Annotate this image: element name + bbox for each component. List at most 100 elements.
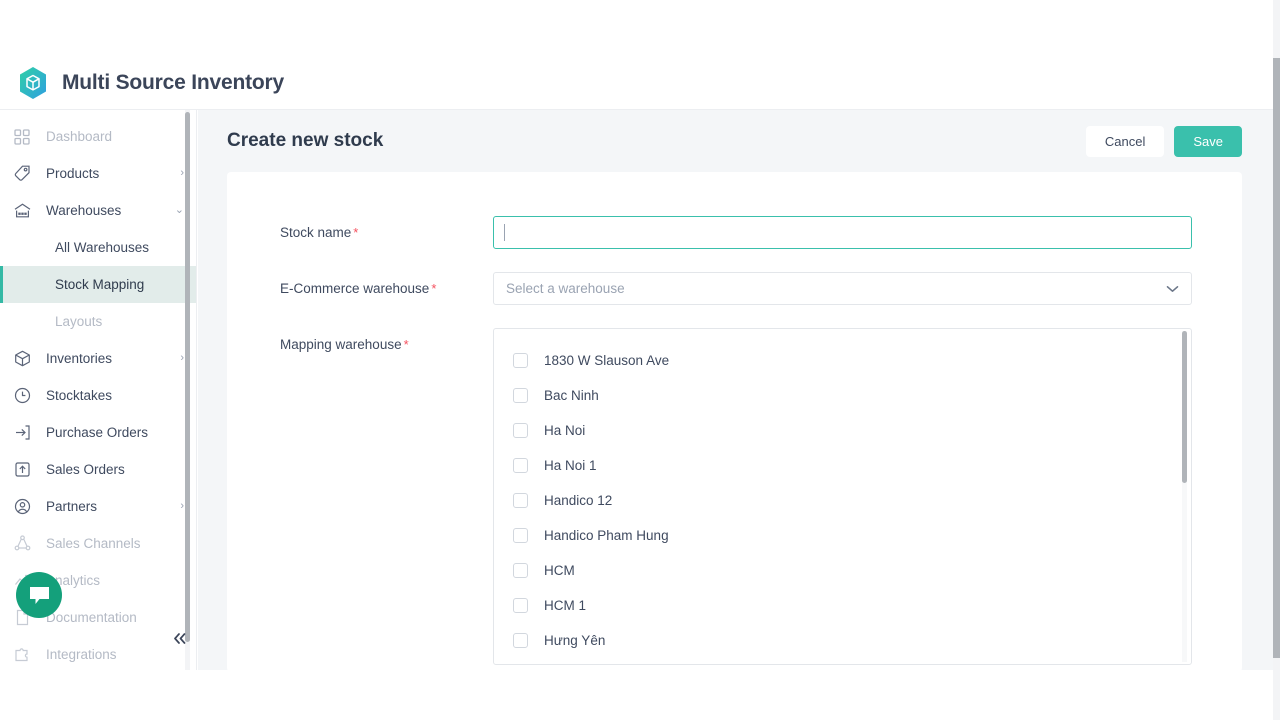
sidebar-item-integrations[interactable]: Integrations: [0, 636, 196, 670]
field-stock-name: Stock name*: [227, 216, 1242, 249]
field-mapping-warehouse: Mapping warehouse* 1830 W Slauson Ave Bac…: [227, 328, 1242, 665]
sidebar-item-stock-mapping[interactable]: Stock Mapping: [0, 266, 196, 303]
page-title: Create new stock: [227, 130, 383, 152]
ecommerce-warehouse-control: Select a warehouse: [493, 272, 1192, 305]
checklist-item-label: Bac Ninh: [544, 388, 599, 403]
sidebar-item-label: Inventories: [46, 351, 112, 366]
stock-name-input-wrap: [493, 216, 1192, 249]
save-button[interactable]: Save: [1174, 126, 1242, 157]
checkbox[interactable]: [513, 528, 528, 543]
checklist-item[interactable]: Bac Ninh: [494, 378, 1191, 413]
chevron-right-icon: ›: [180, 501, 184, 512]
brand-title: Multi Source Inventory: [62, 71, 284, 95]
mapping-warehouse-control: 1830 W Slauson Ave Bac Ninh Ha Noi Ha Noi 1…: [493, 328, 1192, 665]
sidebar-item-label: Partners: [46, 499, 97, 514]
sidebar-item-purchase-orders[interactable]: Purchase Orders: [0, 414, 196, 451]
field-ecommerce-warehouse: E-Commerce warehouse* Select a warehouse: [227, 272, 1242, 305]
sidebar-item-label: Sales Channels: [46, 536, 141, 551]
arrow-into-box-icon: [14, 424, 36, 442]
checklist-item[interactable]: Ha Noi: [494, 413, 1191, 448]
chevron-down-icon: ⌄: [175, 205, 184, 216]
sidebar-item-label: Integrations: [46, 647, 117, 662]
checklist-item[interactable]: Handico Pham Hung: [494, 518, 1191, 553]
sidebar-item-sales-orders[interactable]: Sales Orders: [0, 451, 196, 488]
app-root: Multi Source Inventory Dashboard: [0, 0, 1280, 720]
required-marker: *: [404, 337, 409, 352]
required-marker: *: [431, 281, 436, 296]
share-nodes-icon: [14, 535, 36, 553]
form-card: Stock name* E-Commerce warehouse* Select…: [227, 172, 1242, 672]
sidebar-collapse-button[interactable]: [168, 627, 190, 649]
checklist-item-label: Ha Noi: [544, 423, 585, 438]
checklist-item-label: HCM 1: [544, 598, 586, 613]
sidebar-subitem-label: All Warehouses: [55, 240, 149, 255]
sidebar-item-partners[interactable]: Partners ›: [0, 488, 196, 525]
checkbox[interactable]: [513, 598, 528, 613]
sidebar-item-label: Stocktakes: [46, 388, 112, 403]
sidebar-item-stocktakes[interactable]: Stocktakes: [0, 377, 196, 414]
checklist-item-label: Handico Pham Hung: [544, 528, 669, 543]
select-value: Select a warehouse: [506, 281, 625, 296]
checkbox[interactable]: [513, 458, 528, 473]
header-actions: Cancel Save: [1086, 126, 1242, 157]
checkbox[interactable]: [513, 493, 528, 508]
page-scrollbar-thumb[interactable]: [1273, 58, 1280, 658]
checkbox[interactable]: [513, 353, 528, 368]
sidebar-item-label: Sales Orders: [46, 462, 125, 477]
checklist-item-label: Handico 12: [544, 493, 612, 508]
checklist-item[interactable]: HCM: [494, 553, 1191, 588]
checklist-item-label: 1830 W Slauson Ave: [544, 353, 669, 368]
checklist-item-label: Hưng Yên: [544, 633, 605, 648]
sidebar-item-dashboard[interactable]: Dashboard: [0, 118, 196, 155]
checklist-item[interactable]: Ha Noi 1: [494, 448, 1191, 483]
checklist-item-label: Ha Noi 1: [544, 458, 597, 473]
checklist-item-label: HCM: [544, 563, 575, 578]
page-header: Create new stock Cancel Save: [198, 110, 1273, 172]
ecommerce-warehouse-label: E-Commerce warehouse*: [280, 272, 493, 297]
checklist-item[interactable]: Handico 12: [494, 483, 1191, 518]
mapping-warehouse-label: Mapping warehouse*: [280, 328, 493, 353]
checklist-item[interactable]: 1830 W Slauson Ave: [494, 343, 1191, 378]
checklist-item[interactable]: HCM 1: [494, 588, 1191, 623]
sidebar-item-label: Documentation: [46, 610, 137, 625]
sidebar-subitem-label: Stock Mapping: [55, 277, 144, 292]
label-text: Stock name: [280, 225, 351, 240]
ecommerce-warehouse-select[interactable]: Select a warehouse: [493, 272, 1192, 305]
mapping-warehouse-checklist[interactable]: 1830 W Slauson Ave Bac Ninh Ha Noi Ha Noi 1…: [493, 328, 1192, 665]
cancel-button[interactable]: Cancel: [1086, 126, 1164, 157]
hexagon-cube-logo-icon: [18, 66, 48, 100]
required-marker: *: [353, 225, 358, 240]
checkbox[interactable]: [513, 423, 528, 438]
sidebar-subitem-label: Layouts: [55, 314, 102, 329]
box-icon: [14, 350, 36, 368]
chevron-right-icon: ›: [180, 168, 184, 179]
stock-name-input[interactable]: [493, 216, 1192, 249]
sidebar-item-warehouses[interactable]: Warehouses ⌄: [0, 192, 196, 229]
checklist-scrollbar-thumb[interactable]: [1182, 331, 1187, 483]
chat-widget-button[interactable]: [16, 572, 62, 618]
sidebar-item-all-warehouses[interactable]: All Warehouses: [0, 229, 196, 266]
checkbox[interactable]: [513, 563, 528, 578]
sidebar-scrollbar-thumb[interactable]: [185, 112, 190, 642]
stock-name-label: Stock name*: [280, 216, 493, 241]
sidebar-item-layouts[interactable]: Layouts: [0, 303, 196, 340]
sidebar-item-label: Warehouses: [46, 203, 121, 218]
warehouse-icon: [14, 202, 36, 220]
sidebar-item-label: Dashboard: [46, 129, 112, 144]
label-text: Mapping warehouse: [280, 337, 402, 352]
sidebar-item-sales-channels[interactable]: Sales Channels: [0, 525, 196, 562]
checklist-item[interactable]: Hưng Yên: [494, 623, 1191, 658]
sidebar-item-label: Purchase Orders: [46, 425, 148, 440]
checklist-rows: 1830 W Slauson Ave Bac Ninh Ha Noi Ha Noi 1…: [494, 343, 1191, 658]
stock-name-control: [493, 216, 1192, 249]
app-header: Multi Source Inventory: [0, 57, 1280, 110]
double-chevron-left-icon: [171, 631, 188, 646]
text-cursor: [504, 224, 505, 241]
clock-check-icon: [14, 387, 36, 405]
checkbox[interactable]: [513, 388, 528, 403]
main-content: Create new stock Cancel Save Stock name*: [198, 110, 1273, 670]
sidebar-item-products[interactable]: Products ›: [0, 155, 196, 192]
checkbox[interactable]: [513, 633, 528, 648]
sidebar-item-inventories[interactable]: Inventories ›: [0, 340, 196, 377]
label-text: E-Commerce warehouse: [280, 281, 429, 296]
